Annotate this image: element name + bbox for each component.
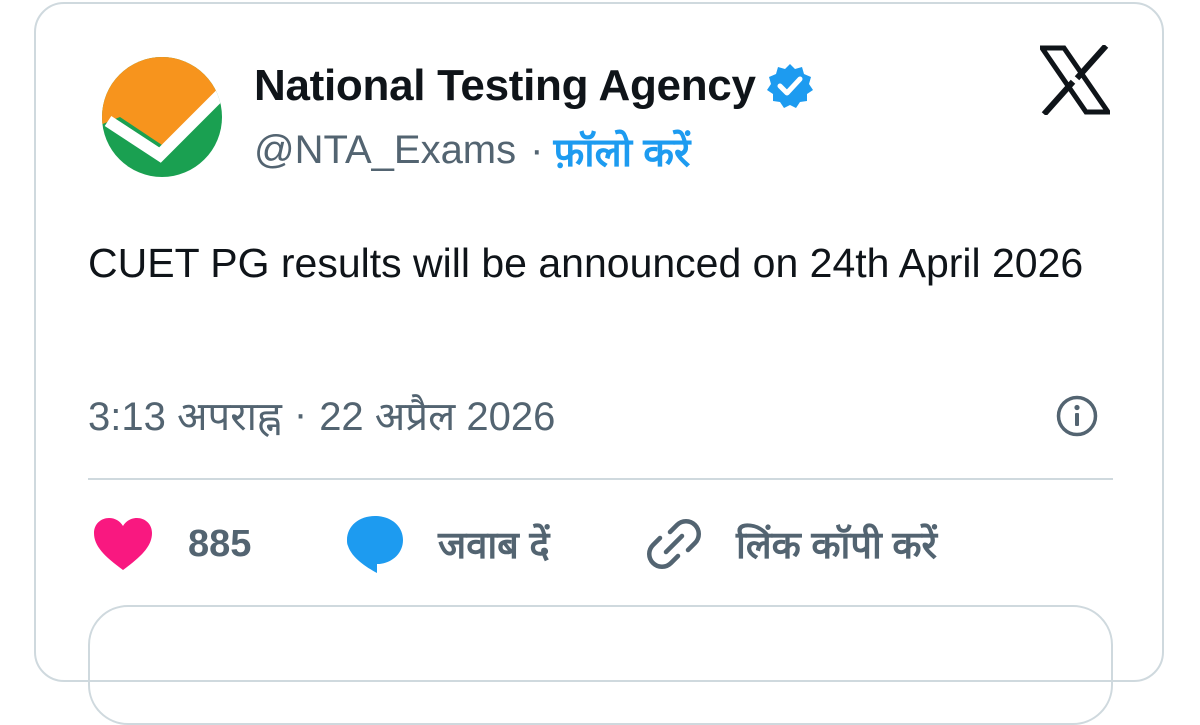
author-display-name[interactable]: National Testing Agency [254, 61, 756, 111]
copy-link-label: लिंक कॉपी करें [736, 525, 938, 567]
author-handle-row: @NTA_Exams · फ़ॉलो करें [254, 124, 690, 176]
tweet-time: 3:13 अपराह्न [88, 394, 282, 439]
reply-button[interactable]: जवाब दें [344, 512, 550, 576]
like-count: 885 [188, 522, 252, 565]
tweet-date: 22 अप्रैल 2026 [319, 394, 556, 439]
tweet-text: CUET PG results will be announced on 24t… [88, 240, 1084, 286]
verified-badge-icon [766, 64, 813, 108]
nta-logo-icon[interactable] [100, 55, 224, 179]
divider [88, 478, 1113, 480]
heart-icon [94, 518, 152, 570]
tweet-timestamp[interactable]: 3:13 अपराह्न · 22 अप्रैल 2026 [88, 386, 555, 442]
reply-label: जवाब दें [438, 525, 550, 567]
x-logo-icon[interactable] [1040, 45, 1110, 115]
read-replies-button[interactable] [88, 605, 1113, 725]
speech-bubble-icon [347, 516, 403, 573]
author-name-row: National Testing Agency [254, 58, 814, 114]
timestamp-separator: · [293, 391, 308, 436]
follow-button[interactable]: फ़ॉलो करें [553, 123, 690, 178]
info-icon[interactable] [1055, 394, 1099, 438]
handle-separator: · [530, 127, 544, 172]
like-button[interactable]: 885 [92, 512, 251, 576]
author-handle[interactable]: @NTA_Exams [254, 128, 516, 173]
link-icon [647, 519, 701, 569]
copy-link-button[interactable]: लिंक कॉपी करें [644, 512, 937, 576]
